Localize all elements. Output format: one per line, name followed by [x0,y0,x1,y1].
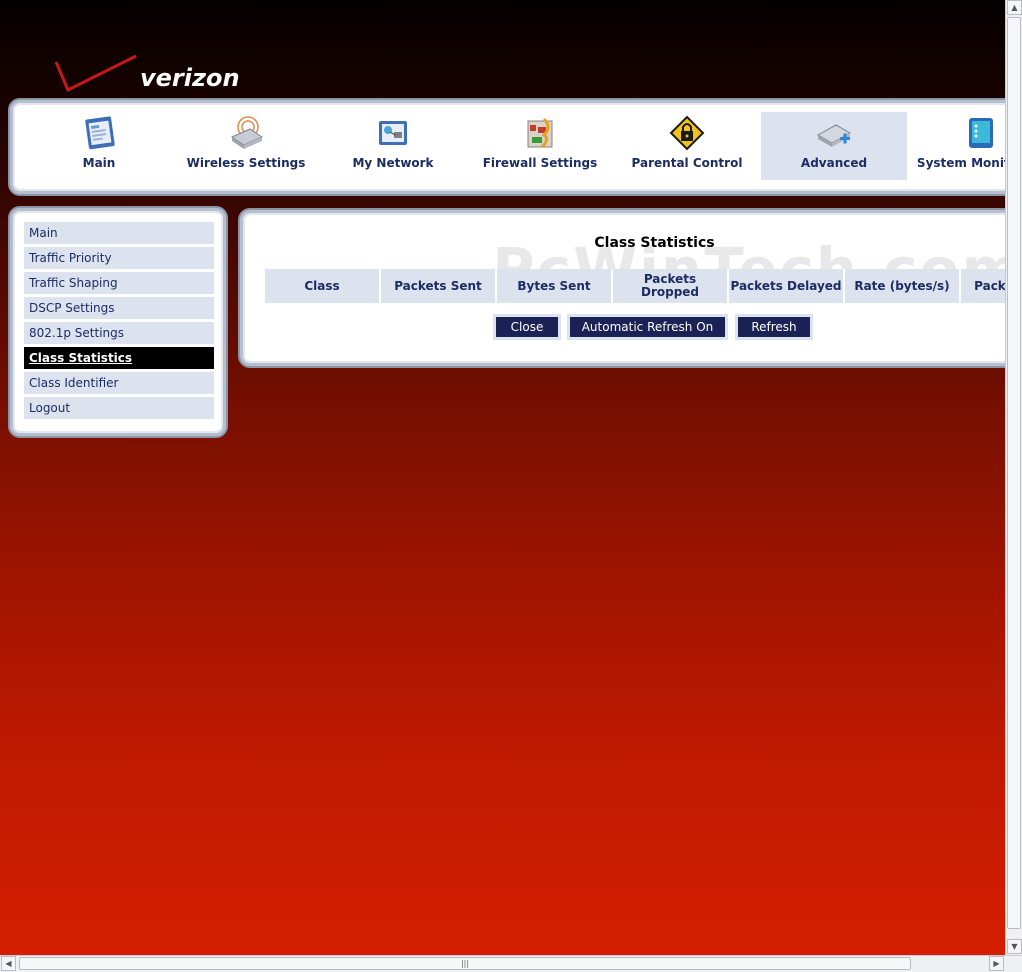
svg-text:verizon: verizon [140,64,240,92]
column-header-bytes-sent: Bytes Sent [497,269,613,303]
page-viewport: verizon Main Wireless Settings My Networ… [0,0,1005,955]
wireless-icon [230,116,264,149]
refresh-button[interactable]: Refresh [738,317,810,337]
sidebar-item-traffic-shaping[interactable]: Traffic Shaping [24,272,214,294]
network-icon [379,121,407,145]
scroll-down-icon[interactable]: ▼ [1007,939,1022,954]
scroll-left-icon[interactable]: ◀ [1,956,16,971]
horizontal-scrollbar[interactable]: ◀ ||| ▶ [0,955,1022,972]
column-header-class: Class [265,269,381,303]
column-header-packets-delayed: Packets Delayed [729,269,845,303]
advanced-icon [816,124,852,147]
firewall-icon [527,117,553,149]
column-header-rate: Rate (bytes/s) [845,269,961,303]
nav-item-wireless-settings[interactable]: Wireless Settings [173,112,319,180]
nav-item-my-network[interactable]: My Network [320,112,466,180]
verizon-logo: verizon [54,54,240,93]
nav-item-parental-control[interactable]: Parental Control [614,112,760,180]
sidebar-item-main[interactable]: Main [24,222,214,244]
vertical-scrollbar[interactable]: ▲ ▼ [1005,0,1022,955]
sidebar-item-logout[interactable]: Logout [24,397,214,419]
sidebar-item-traffic-priority[interactable]: Traffic Priority [24,247,214,269]
nav-label-system-monitoring: System Monitoring [916,156,1005,170]
main-icon [85,116,115,150]
nav-item-firewall-settings[interactable]: Firewall Settings [467,112,613,180]
nav-label-parental-control: Parental Control [631,156,743,170]
vertical-scroll-thumb[interactable] [1007,17,1021,929]
monitor-icon [969,118,993,148]
lock-icon [669,115,705,151]
sidebar-menu: Main Traffic Priority Traffic Shaping DS… [10,208,226,436]
nav-item-main[interactable]: Main [26,112,172,180]
nav-item-system-monitoring[interactable]: System Monitoring [908,112,1005,180]
column-header-packets-sent: Packets Sent [381,269,497,303]
nav-label-firewall-settings: Firewall Settings [482,156,598,170]
page-title: Class Statistics [594,235,715,251]
nav-label-main: Main [82,156,116,170]
automatic-refresh-button[interactable]: Automatic Refresh On [570,317,725,337]
sidebar-item-8021p-settings[interactable]: 802.1p Settings [24,322,214,344]
column-header-packets-dropped: Packets Dropped [613,269,729,303]
scroll-up-icon[interactable]: ▲ [1007,0,1022,15]
sidebar-item-class-identifier[interactable]: Class Identifier [24,372,214,394]
content-panel: PcWinTech.com Class Statistics Class Pac… [240,210,1005,366]
close-button[interactable]: Close [496,317,558,337]
nav-label-wireless-settings: Wireless Settings [186,156,306,170]
sidebar-item-dscp-settings[interactable]: DSCP Settings [24,297,214,319]
horizontal-scroll-thumb[interactable]: ||| [19,957,911,970]
top-navigation: Main Wireless Settings My Network Firewa… [10,100,1005,194]
scroll-right-icon[interactable]: ▶ [989,956,1004,971]
column-header-packets-rate: Packets Rate [961,269,1005,303]
nav-label-advanced: Advanced [800,156,868,170]
sidebar-item-class-statistics[interactable]: Class Statistics [24,347,214,369]
nav-label-my-network: My Network [352,156,434,170]
nav-item-advanced[interactable]: Advanced [761,112,907,180]
